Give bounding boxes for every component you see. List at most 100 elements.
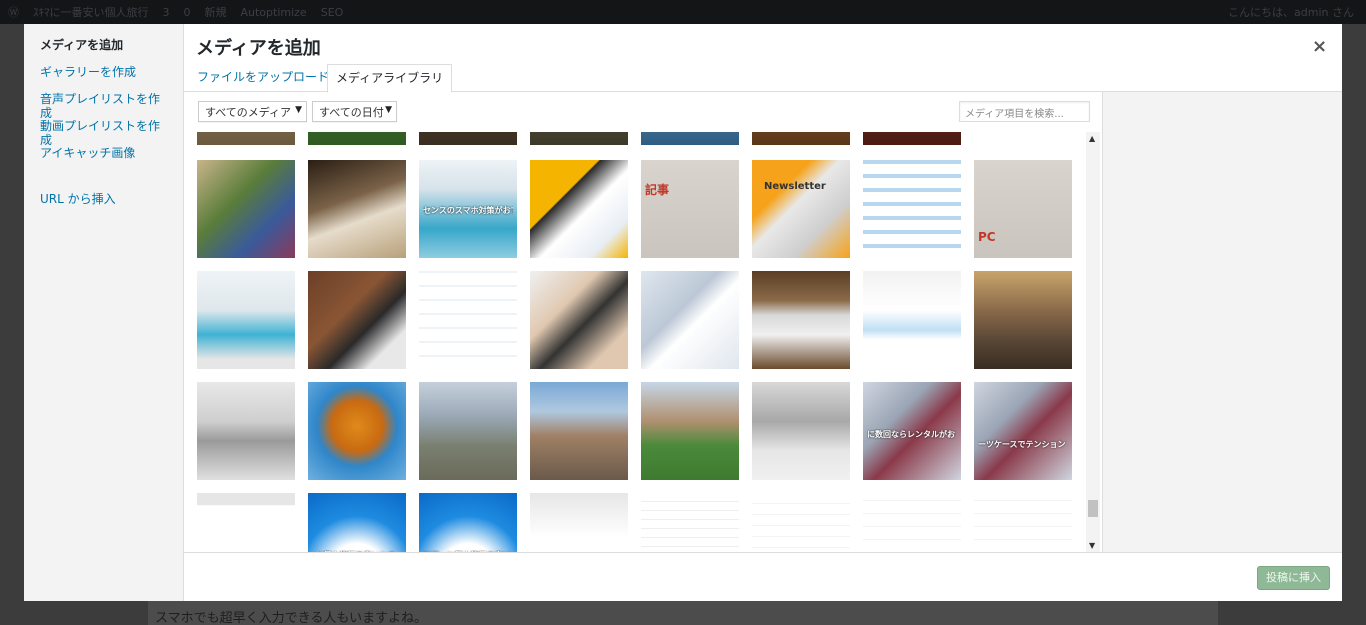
menu-item-featured-image[interactable]: アイキャッチ画像 [24,146,183,173]
attachment-partial-photo-6[interactable] [752,132,850,145]
attachment-partial-photo-1[interactable] [197,132,295,145]
scroll-up-icon[interactable]: ▲ [1089,134,1095,143]
menu-item-create-gallery[interactable]: ギャラリーを作成 [24,65,183,92]
suitcase-rental-banner-caption: に数回ならレンタルがお [867,430,955,439]
attachment-city-sunset-photo[interactable] [974,271,1072,369]
attachment-form-screenshot[interactable] [752,493,850,552]
date-filter[interactable]: すべての日付 ▼ [312,101,397,122]
snowy-forest-photo-image [752,382,850,480]
scrollbar[interactable]: ▲ ▼ [1086,132,1100,552]
attachment-pc-vs-smartphone-sketch[interactable]: 記事 [641,160,739,258]
attachment-smartphone-diver-banner[interactable]: センスのスマホ対策がおすす [419,160,517,258]
smartphone-diver-photo-image [197,271,295,369]
suitcase-rental-banner-2-image [974,382,1072,480]
attachment-cloud-banner-travel-2[interactable]: ツアーと個人旅行の良い [419,493,517,552]
attachment-smartphone-hand-photo[interactable] [530,271,628,369]
attachment-newsletter-tablet-photo[interactable]: Newsletter [752,160,850,258]
menu-item-video-playlist[interactable]: 動画プレイリストを作成 [24,119,183,147]
attachment-partial-photo-3[interactable] [419,132,517,145]
attachment-smartphone-diver-photo[interactable] [197,271,295,369]
attachment-cardboard-box-slide[interactable] [197,493,295,552]
old-town-square-photo-image [530,382,628,480]
router-tabs: ファイルをアップロード メディアライブラリ [184,64,1342,93]
attachment-partial-photo-7[interactable] [863,132,961,145]
partial-photo-2-image [308,132,406,145]
smartphone-ad-illustration-image [530,160,628,258]
attachment-form-screenshot-3[interactable] [974,493,1072,552]
attachment-snowy-forest-photo[interactable] [752,382,850,480]
attachment-proposal-banner[interactable]: 行プラン提案を依 [530,493,628,552]
pc-vs-smartphone-sketch-image [641,160,739,258]
pc-smartphone-sketch-2-caption: PC [978,230,996,244]
attachment-webpage-screenshot[interactable] [641,493,739,552]
cloud-banner-travel-image [308,493,406,552]
menu-item-audio-playlist[interactable]: 音声プレイリストを作成 [24,92,183,120]
iphone-ipad-photo-image [308,271,406,369]
city-sunset-photo-image [974,271,1072,369]
attachment-suitcase-rental-banner-2[interactable]: ーツケースでテンション [974,382,1072,480]
attachment-old-town-square-photo[interactable] [530,382,628,480]
comments-count: 0 [183,5,191,19]
market-photo-image [197,160,295,258]
attachment-web-layout-wireframe[interactable] [863,160,961,258]
attachment-smartphone-ad-illustration[interactable] [530,160,628,258]
attachment-partial-photo-4[interactable] [530,132,628,145]
editor-behind-text: スマホでも超早く入力できる人もいますよね。 [155,611,428,625]
partial-photo-7-image [863,132,961,145]
webpage-screenshot-image [641,493,739,552]
attachment-iphone-ipad-photo[interactable] [308,271,406,369]
attachment-analytics-table-screenshot[interactable] [419,271,517,369]
menu-item-add-media[interactable]: メディアを追加 [24,38,183,65]
plugin-seo: SEO [320,5,344,19]
new-item: 新規 [204,6,227,19]
media-search-input[interactable]: メディア項目を検索... [959,101,1090,122]
autumn-tree-photo-image [308,382,406,480]
web-layout-wireframe-image [863,160,961,258]
tab-media-library[interactable]: メディアライブラリ [327,64,453,93]
admin-bar: Ⓦ ｽｷﾏに一番安い個人旅行 3 0 新規 Autoptimize SEO こん… [0,0,1366,24]
attachment-bedroom-photo[interactable] [308,160,406,258]
laptop-desk-photo-image [752,271,850,369]
scroll-down-icon[interactable]: ▼ [1089,541,1095,550]
attachment-analytics-graph-screenshot[interactable] [863,271,961,369]
attachment-city-aerial-photo[interactable] [419,382,517,480]
chevron-down-icon: ▼ [385,105,392,115]
attachment-autumn-tree-photo[interactable] [308,382,406,480]
partial-photo-1-image [197,132,295,145]
smartphone-diver-banner-caption: センスのスマホ対策がおすす [423,206,513,215]
menu-separator [24,173,183,192]
attachments-grid: センスのスマホ対策がおすす 記事 Newsletter PC に数回ならレンタルがおーツ… [197,132,1087,552]
attachment-laptop-desk-photo[interactable] [752,271,850,369]
scroll-thumb[interactable] [1088,500,1098,517]
greeting: こんにちは、admin さん [1228,6,1354,19]
attachment-partial-photo-2[interactable] [308,132,406,145]
media-modal: メディアを追加 ギャラリーを作成 音声プレイリストを作成 動画プレイリストを作成… [24,24,1342,601]
city-aerial-photo-image [419,382,517,480]
attachment-form-screenshot-2[interactable] [863,493,961,552]
menu-item-insert-from-url[interactable]: URL から挿入 [24,192,183,219]
pc-vs-smartphone-sketch-caption: 記事 [645,183,670,197]
attachment-suitcase-rental-banner[interactable]: に数回ならレンタルがお [863,382,961,480]
smartphone-hand-photo-image [530,271,628,369]
attachment-dog-park-photo[interactable] [641,382,739,480]
attachment-google-phone-photo[interactable] [641,271,739,369]
proposal-banner-image [530,493,628,552]
attachment-details-sidebar [1102,92,1342,552]
date-filter-value: すべての日付 [319,106,384,119]
media-frame-toolbar: 投稿に挿入 [184,552,1342,601]
attachment-market-photo[interactable] [197,160,295,258]
tab-upload-files[interactable]: ファイルをアップロード [189,64,337,92]
attachment-snowy-mountain-photo[interactable] [197,382,295,480]
suitcase-rental-banner-2-caption: ーツケースでテンション [978,440,1066,449]
media-type-filter[interactable]: すべてのメディア ▼ [198,101,307,122]
close-icon[interactable]: × [1312,36,1327,57]
wordpress-logo-icon: Ⓦ [8,6,19,19]
analytics-table-screenshot-image [419,271,517,369]
attachment-cloud-banner-travel[interactable]: -と個人旅行の良いとこ [308,493,406,552]
attachment-partial-photo-5[interactable] [641,132,739,145]
partial-photo-5-image [641,132,739,145]
cloud-banner-travel-2-image [419,493,517,552]
form-screenshot-image [752,493,850,552]
insert-into-post-button[interactable]: 投稿に挿入 [1257,566,1330,590]
attachment-pc-smartphone-sketch-2[interactable]: PC [974,160,1072,258]
